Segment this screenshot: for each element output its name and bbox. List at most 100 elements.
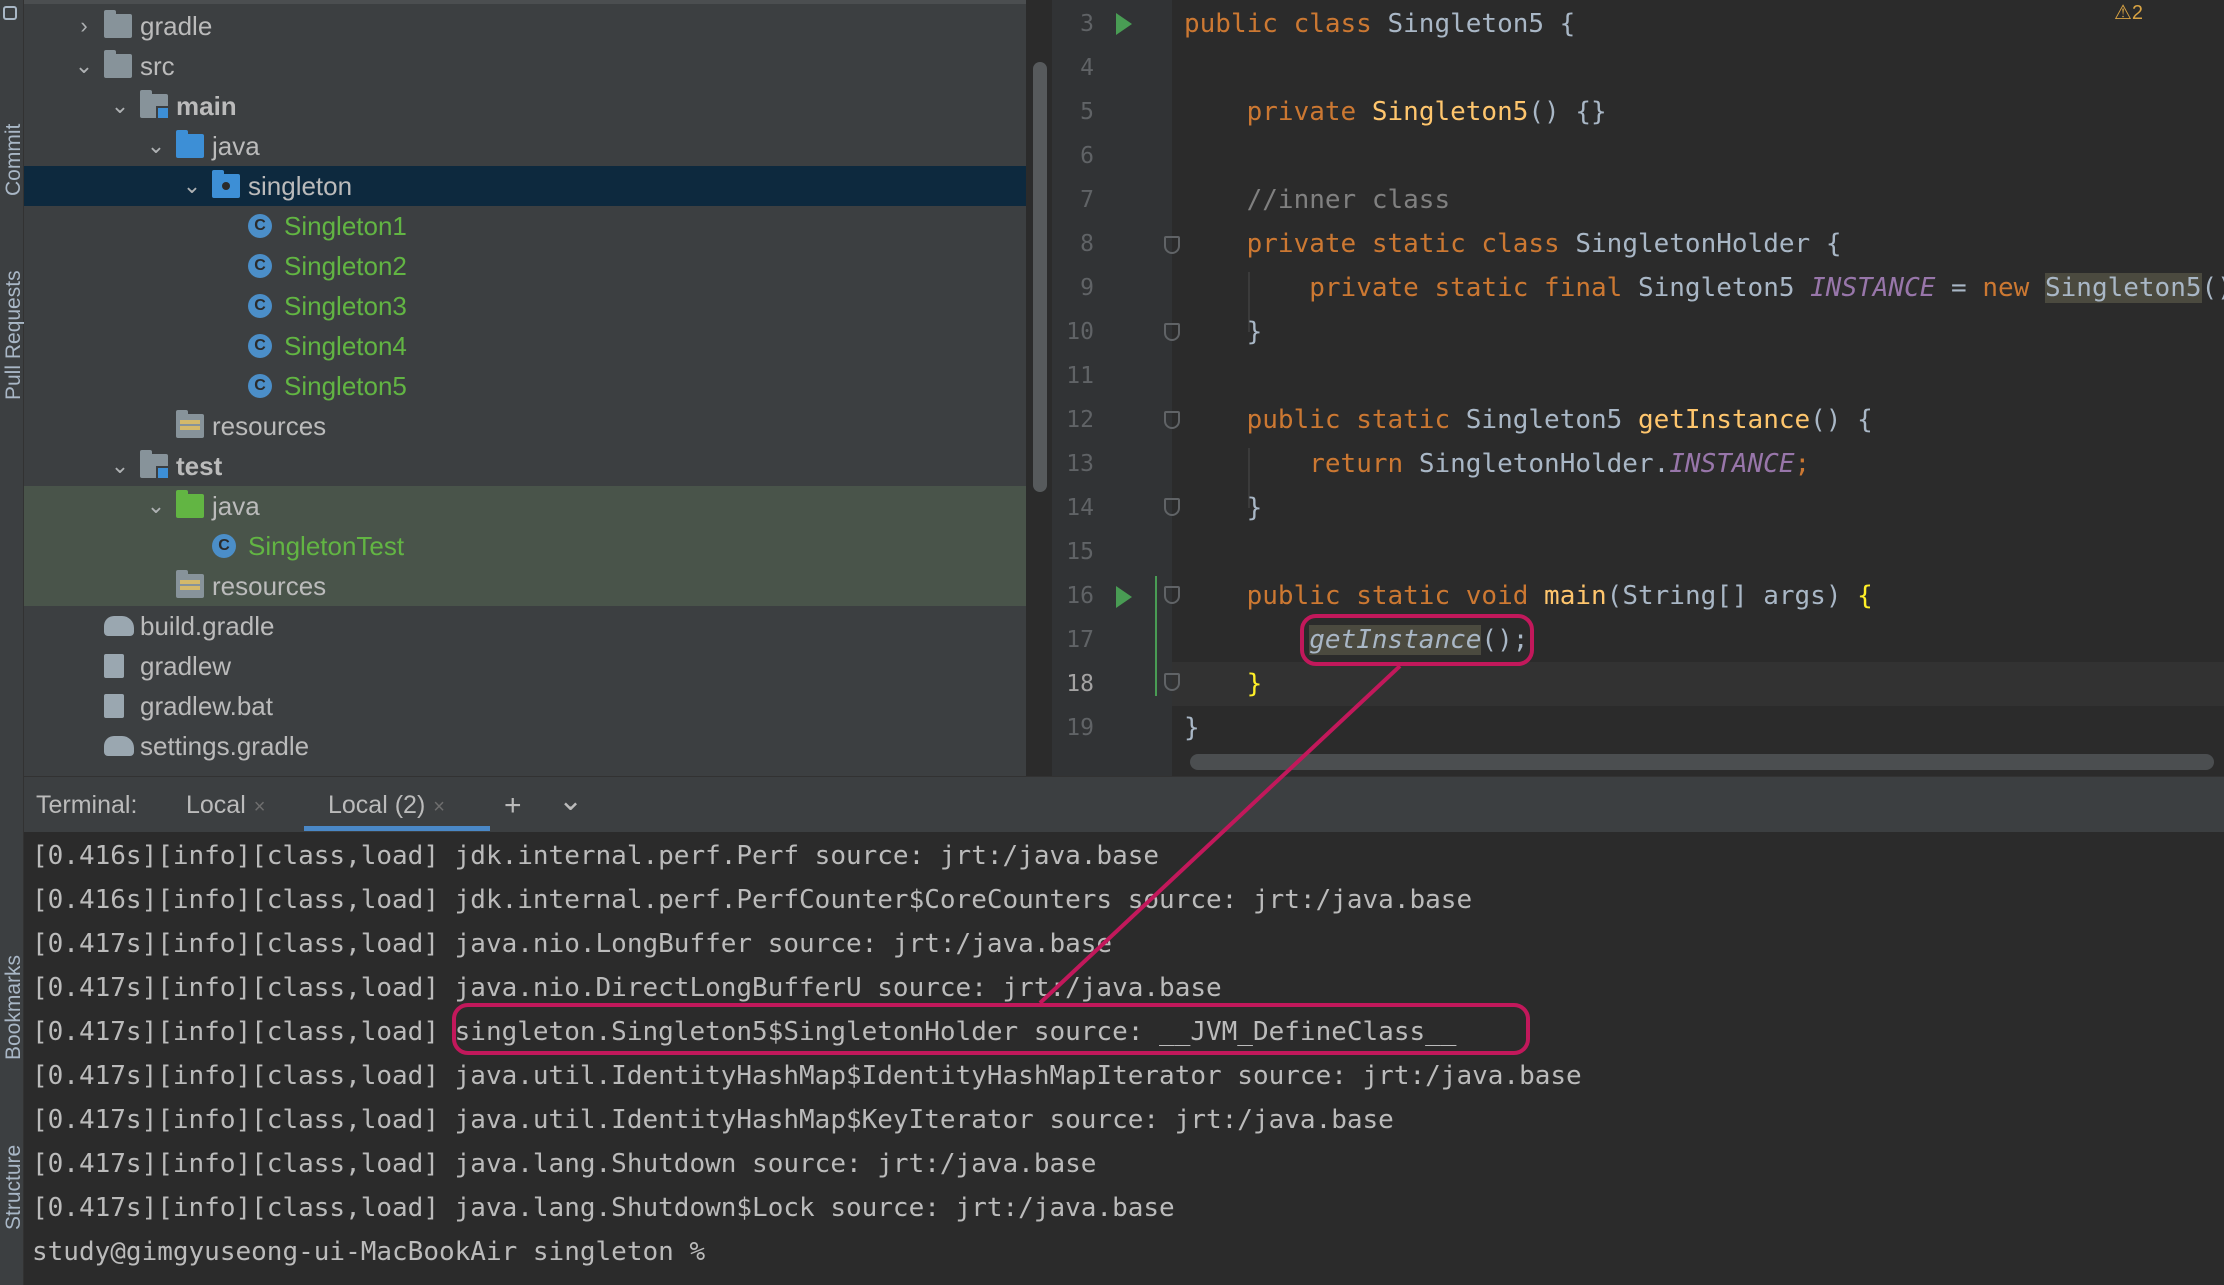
terminal-title: Terminal: bbox=[36, 791, 138, 819]
file-icon bbox=[104, 694, 124, 718]
run-main-icon[interactable] bbox=[1116, 586, 1132, 608]
tree-item-label: Singleton4 bbox=[284, 331, 407, 361]
line-number: 3 bbox=[1080, 11, 1094, 37]
terminal-line: [0.417s][info][class,load] java.lang.Shu… bbox=[32, 1149, 1097, 1179]
tree-item-singleton3[interactable]: C Singleton3 bbox=[24, 286, 1026, 326]
line-number: 19 bbox=[1066, 715, 1094, 741]
code-line-10: } bbox=[1246, 317, 1263, 347]
terminal-line: [0.417s][info][class,load] java.lang.Shu… bbox=[32, 1193, 1175, 1223]
annotation-box-singletonholder-load bbox=[452, 1003, 1530, 1055]
tree-item-build-gradle[interactable]: build.gradle bbox=[24, 606, 1026, 646]
fold-icon[interactable] bbox=[1164, 673, 1180, 691]
terminal-header: Terminal: Local × Local (2) × + ⌄ bbox=[24, 776, 2224, 832]
fold-icon[interactable] bbox=[1164, 323, 1180, 341]
code-line-19: } bbox=[1184, 713, 1200, 743]
tree-item-label: SingletonTest bbox=[248, 531, 405, 561]
chevron-down-icon[interactable]: ⌄ bbox=[180, 166, 204, 206]
line-number: 13 bbox=[1066, 451, 1094, 477]
gradle-icon bbox=[104, 616, 134, 636]
code-line-3: public class Singleton5 { bbox=[1184, 9, 1576, 39]
tree-item-resources[interactable]: resources bbox=[24, 406, 1026, 446]
fold-icon[interactable] bbox=[1164, 498, 1180, 516]
tree-item-singletontest[interactable]: C SingletonTest bbox=[24, 526, 1026, 566]
tree-item-gradle[interactable]: › gradle bbox=[24, 6, 1026, 46]
tree-item-singleton5[interactable]: C Singleton5 bbox=[24, 366, 1026, 406]
structure-tab[interactable]: Structure bbox=[0, 1145, 25, 1260]
close-icon[interactable]: × bbox=[433, 796, 445, 818]
line-number: 6 bbox=[1080, 143, 1094, 169]
add-terminal-icon[interactable]: + bbox=[504, 789, 522, 823]
line-number: 7 bbox=[1080, 187, 1094, 213]
fold-icon[interactable] bbox=[1164, 586, 1180, 604]
editor-horizontal-scrollbar[interactable] bbox=[1190, 754, 2214, 770]
tree-item-java[interactable]: ⌄ java bbox=[24, 126, 1026, 166]
annotation-box-getinstance bbox=[1300, 614, 1534, 666]
chevron-down-icon[interactable]: ⌄ bbox=[72, 46, 96, 86]
tree-item-label: Singleton5 bbox=[284, 371, 407, 401]
run-class-icon[interactable] bbox=[1116, 13, 1132, 35]
terminal-line: [0.417s][info][class,load] java.nio.Long… bbox=[32, 929, 1113, 959]
tree-item-java[interactable]: ⌄ java bbox=[24, 486, 1026, 526]
tree-item-settings-gradle[interactable]: settings.gradle bbox=[24, 726, 1026, 766]
tab-local[interactable]: Local × bbox=[186, 791, 265, 820]
chevron-down-icon[interactable]: ⌄ bbox=[144, 126, 168, 166]
tree-item-src[interactable]: ⌄ src bbox=[24, 46, 1026, 86]
tab-local-2[interactable]: Local (2) × bbox=[328, 791, 445, 820]
tree-item-main[interactable]: ⌄ main bbox=[24, 86, 1026, 126]
class-icon: C bbox=[248, 214, 272, 238]
warning-badge[interactable]: ⚠2 bbox=[2114, 0, 2143, 25]
line-number: 14 bbox=[1066, 495, 1094, 521]
script-icon bbox=[104, 654, 124, 678]
tree-item-singleton4[interactable]: C Singleton4 bbox=[24, 326, 1026, 366]
folder-icon bbox=[104, 50, 132, 78]
code-line-18: } bbox=[1246, 669, 1263, 699]
chevron-right-icon[interactable]: › bbox=[72, 6, 96, 46]
project-scrollbar[interactable] bbox=[1033, 62, 1047, 492]
terminal-line: [0.417s][info][class,load] java.util.Ide… bbox=[32, 1061, 1582, 1091]
gradle-icon bbox=[104, 736, 134, 756]
tree-item-label: src bbox=[140, 51, 175, 81]
fold-icon[interactable] bbox=[1164, 411, 1180, 429]
tree-item-singleton[interactable]: ⌄ singleton bbox=[24, 166, 1026, 206]
module-folder-icon bbox=[140, 90, 170, 120]
chevron-down-icon[interactable]: ⌄ bbox=[108, 86, 132, 126]
code-line-12: public static Singleton5 getInstance() { bbox=[1246, 405, 1873, 435]
line-number: 15 bbox=[1066, 539, 1094, 565]
fold-icon[interactable] bbox=[1164, 236, 1180, 254]
code-line-9: private static final Singleton5 INSTANCE… bbox=[1309, 273, 2224, 303]
class-icon: C bbox=[248, 294, 272, 318]
terminal-line: [0.416s][info][class,load] jdk.internal.… bbox=[32, 841, 1160, 871]
chevron-down-icon[interactable]: ⌄ bbox=[144, 486, 168, 526]
tree-item-label: Singleton3 bbox=[284, 291, 407, 321]
line-number: 11 bbox=[1066, 363, 1094, 389]
line-number: 18 bbox=[1066, 671, 1094, 697]
class-icon: C bbox=[248, 254, 272, 278]
line-number: 16 bbox=[1066, 583, 1094, 609]
tree-item-label: Singleton1 bbox=[284, 211, 407, 241]
chevron-down-icon[interactable]: ⌄ bbox=[558, 783, 583, 818]
tree-item-singleton2[interactable]: C Singleton2 bbox=[24, 246, 1026, 286]
bookmarks-tab[interactable]: Bookmarks bbox=[0, 955, 25, 1090]
close-icon[interactable]: × bbox=[254, 796, 266, 818]
tree-item-label: build.gradle bbox=[140, 611, 275, 641]
resources-folder-icon bbox=[176, 410, 204, 438]
code-line-7: //inner class bbox=[1246, 185, 1451, 215]
terminal-prompt: study@gimgyuseong-ui-MacBookAir singleto… bbox=[32, 1237, 706, 1267]
tree-item-gradlew-bat[interactable]: gradlew.bat bbox=[24, 686, 1026, 726]
vcs-change-marker bbox=[1155, 576, 1157, 696]
chevron-down-icon[interactable]: ⌄ bbox=[108, 446, 132, 486]
tree-item-gradlew[interactable]: gradlew bbox=[24, 646, 1026, 686]
tree-item-test[interactable]: ⌄ test bbox=[24, 446, 1026, 486]
terminal-line: [0.417s][info][class,load] java.util.Ide… bbox=[32, 1105, 1394, 1135]
commit-tab[interactable]: Commit bbox=[0, 124, 25, 226]
tree-item-resources[interactable]: resources bbox=[24, 566, 1026, 606]
folder-icon bbox=[104, 10, 132, 38]
pull-requests-tab[interactable]: Pull Requests bbox=[0, 270, 25, 430]
tree-item-label: Singleton2 bbox=[284, 251, 407, 281]
tree-item-singleton1[interactable]: C Singleton1 bbox=[24, 206, 1026, 246]
source-folder-icon bbox=[176, 130, 204, 158]
test-resources-folder-icon bbox=[176, 570, 204, 598]
test-module-folder-icon bbox=[140, 450, 170, 480]
line-number: 17 bbox=[1066, 627, 1094, 653]
strip-top-icon[interactable] bbox=[0, 0, 24, 40]
